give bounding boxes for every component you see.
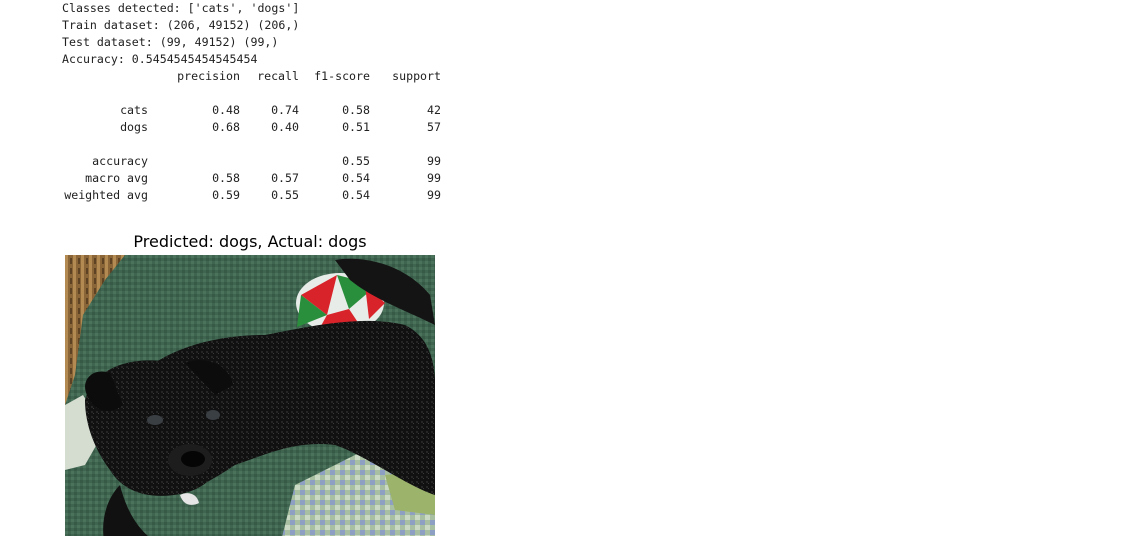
report-row-weighted-avg: weighted avg 0.59 0.55 0.54 99 bbox=[62, 187, 462, 204]
row-f1-score: 0.54 bbox=[342, 171, 370, 185]
report-spacer-row bbox=[62, 136, 462, 153]
row-recall: 0.55 bbox=[271, 188, 299, 202]
row-support: 42 bbox=[427, 103, 441, 117]
row-recall: 0.74 bbox=[271, 103, 299, 117]
header-precision: precision bbox=[177, 69, 240, 83]
row-f1-score: 0.55 bbox=[342, 154, 370, 168]
report-row-macro-avg: macro avg 0.58 0.57 0.54 99 bbox=[62, 170, 462, 187]
classification-report: precision recall f1-score support cats 0… bbox=[62, 68, 462, 204]
stdout-line-accuracy: Accuracy: 0.5454545454545454 bbox=[62, 52, 258, 66]
figure-title: Predicted: dogs, Actual: dogs bbox=[133, 232, 367, 251]
notebook-output-area: Classes detected: ['cats', 'dogs'] Train… bbox=[0, 0, 1136, 536]
report-row-cats: cats 0.48 0.74 0.58 42 bbox=[62, 102, 462, 119]
stdout-line-train: Train dataset: (206, 49152) (206,) bbox=[62, 18, 300, 32]
row-f1-score: 0.54 bbox=[342, 188, 370, 202]
row-support: 99 bbox=[427, 154, 441, 168]
report-row-dogs: dogs 0.68 0.40 0.51 57 bbox=[62, 119, 462, 136]
row-recall: 0.40 bbox=[271, 120, 299, 134]
header-f1-score: f1-score bbox=[314, 69, 370, 83]
row-precision: 0.48 bbox=[212, 103, 240, 117]
header-recall: recall bbox=[257, 69, 299, 83]
row-support: 99 bbox=[427, 188, 441, 202]
report-row-accuracy: accuracy 0.55 99 bbox=[62, 153, 462, 170]
prediction-figure: Predicted: dogs, Actual: dogs bbox=[62, 230, 440, 536]
row-precision: 0.68 bbox=[212, 120, 240, 134]
row-precision: 0.58 bbox=[212, 171, 240, 185]
row-label: dogs bbox=[120, 120, 148, 134]
row-recall: 0.57 bbox=[271, 171, 299, 185]
header-support: support bbox=[392, 69, 441, 83]
row-precision: 0.59 bbox=[212, 188, 240, 202]
row-f1-score: 0.51 bbox=[342, 120, 370, 134]
row-f1-score: 0.58 bbox=[342, 103, 370, 117]
stdout-text: Classes detected: ['cats', 'dogs'] Train… bbox=[62, 0, 299, 68]
stdout-line-classes: Classes detected: ['cats', 'dogs'] bbox=[62, 1, 300, 15]
row-label: accuracy bbox=[92, 154, 148, 168]
report-header-row: precision recall f1-score support bbox=[62, 68, 462, 85]
row-label: macro avg bbox=[85, 171, 148, 185]
row-label: weighted avg bbox=[64, 188, 148, 202]
row-support: 99 bbox=[427, 171, 441, 185]
report-spacer-row bbox=[62, 85, 462, 102]
row-label: cats bbox=[120, 103, 148, 117]
row-support: 57 bbox=[427, 120, 441, 134]
stdout-line-test: Test dataset: (99, 49152) (99,) bbox=[62, 35, 279, 49]
black-puppy-photo bbox=[65, 255, 435, 536]
